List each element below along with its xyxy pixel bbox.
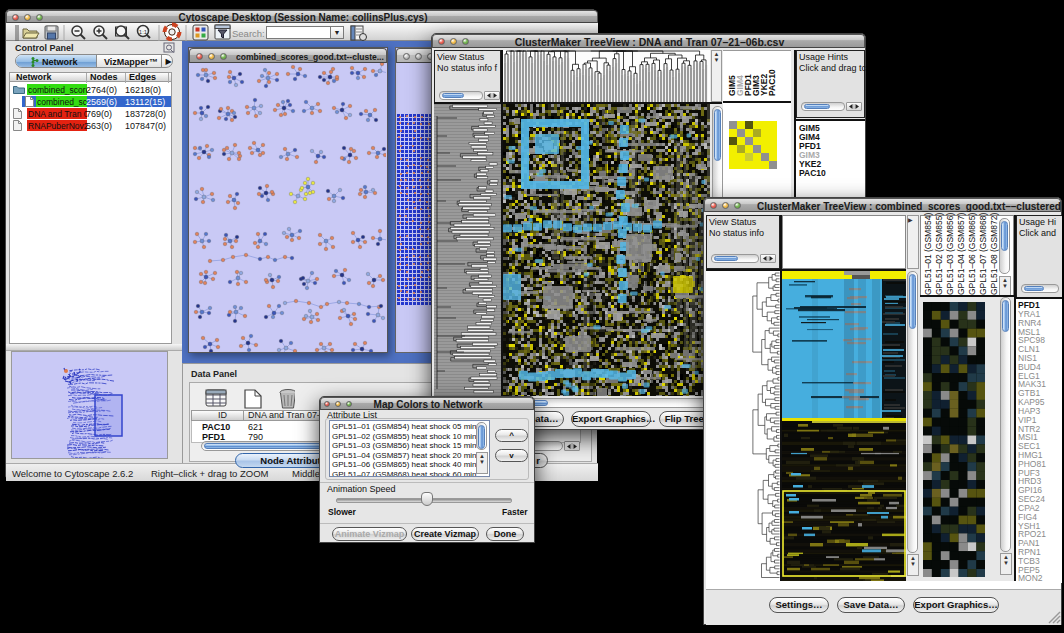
svg-text:1:1: 1:1 [139,29,148,35]
